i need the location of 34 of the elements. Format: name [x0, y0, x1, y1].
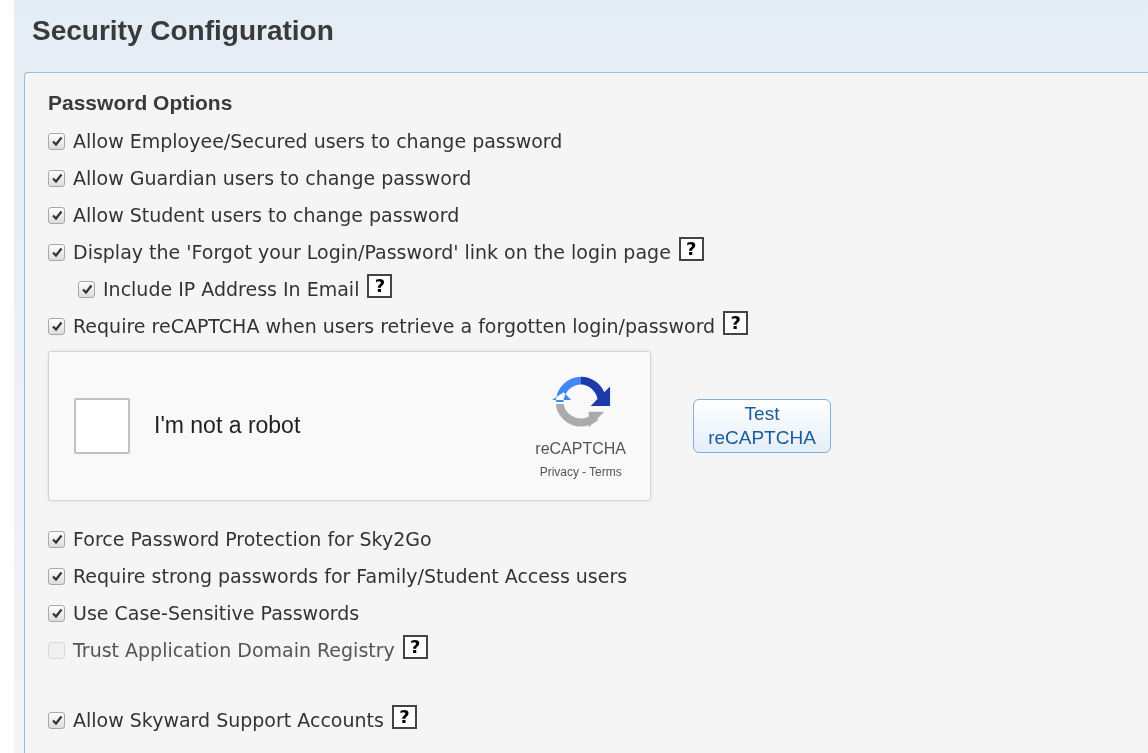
- option-label: Display the 'Forgot your Login/Password' link on the login page: [73, 239, 671, 265]
- help-icon[interactable]: ?: [723, 311, 749, 335]
- option-label: Allow Student users to change password: [73, 202, 460, 228]
- robot-checkbox[interactable]: [74, 397, 130, 454]
- option-label: Include IP Address In Email: [103, 276, 360, 302]
- checkbox[interactable]: [48, 604, 65, 622]
- checkbox[interactable]: [78, 280, 95, 298]
- recaptcha-brand: reCAPTCHA: [535, 438, 626, 459]
- option-label: Use Case-Sensitive Passwords: [73, 600, 360, 626]
- link-separator: -: [582, 463, 586, 481]
- section-title: Password Options: [48, 90, 234, 116]
- help-icon[interactable]: ?: [678, 237, 704, 261]
- option-label: Require reCAPTCHA when users retrieve a forgotten login/password: [73, 313, 716, 339]
- checkbox[interactable]: [48, 711, 65, 729]
- option-label: Allow Guardian users to change password: [73, 165, 472, 191]
- option-label: Force Password Protection for Sky2Go: [73, 526, 432, 552]
- checkbox[interactable]: [48, 132, 65, 150]
- option-label: Allow Skyward Support Accounts: [73, 707, 384, 733]
- robot-label: I'm not a robot: [154, 411, 301, 441]
- help-icon[interactable]: ?: [367, 274, 393, 298]
- checkbox[interactable]: [48, 317, 65, 335]
- checkbox[interactable]: [48, 206, 65, 224]
- checkbox[interactable]: [48, 243, 65, 261]
- privacy-link[interactable]: Privacy: [539, 462, 579, 481]
- option-label: Require strong passwords for Family/Student Access users: [73, 563, 628, 589]
- option-label: Allow Employee/Secured users to change password: [73, 128, 563, 154]
- checkbox[interactable]: [48, 567, 65, 585]
- option-label: Trust Application Domain Registry: [73, 637, 395, 663]
- help-icon[interactable]: ?: [391, 705, 417, 729]
- page-title: Security Configuration: [32, 14, 334, 48]
- test-recaptcha-button[interactable]: Test reCAPTCHA: [693, 398, 831, 453]
- checkbox[interactable]: [48, 169, 65, 187]
- checkbox[interactable]: [48, 530, 65, 548]
- terms-link[interactable]: Terms: [589, 462, 622, 481]
